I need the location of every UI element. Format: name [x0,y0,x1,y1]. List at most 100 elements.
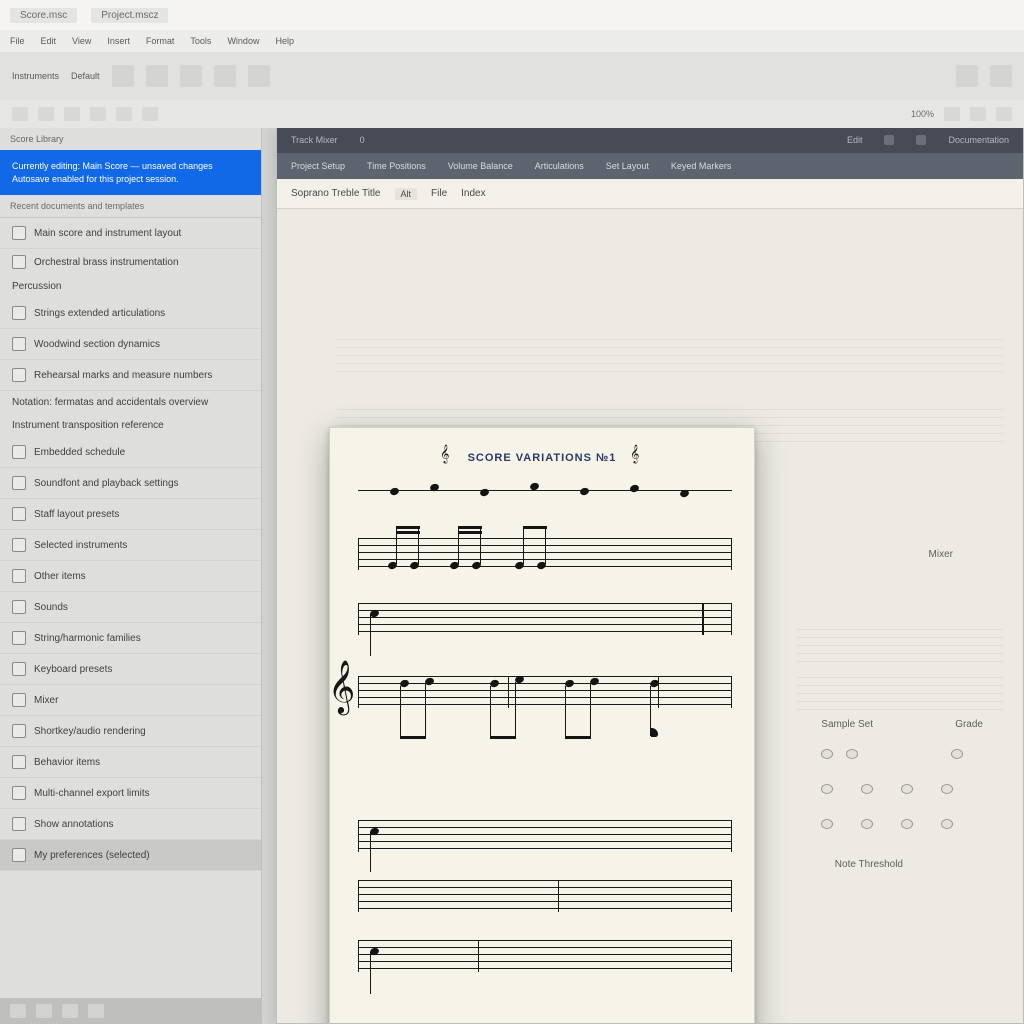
rest-icon[interactable] [116,107,132,121]
nav-set-layout[interactable]: Set Layout [606,161,649,171]
menu-help[interactable]: Help [275,36,294,46]
nav-time-positions[interactable]: Time Positions [367,161,426,171]
staff-line [358,603,732,635]
panel-threshold-label: Note Threshold [835,859,903,870]
subtab-chip[interactable]: Alt [395,188,418,200]
sample-dot[interactable] [901,784,913,794]
sidebar-item-main-score[interactable]: Main score and instrument layout [0,218,261,249]
stop-icon[interactable] [970,107,986,121]
sidebar-item-label: Embedded schedule [34,447,125,458]
sidebar-item-selected-instruments[interactable]: Selected instruments [0,530,261,561]
sidebar-item-label: Sounds [34,602,68,613]
sidebar-item-sounds[interactable]: Sounds [0,592,261,623]
sidebar-item-mixer[interactable]: Mixer [0,685,261,716]
subtab-primary[interactable]: Soprano Treble Title [291,188,381,199]
sidebar-item-export[interactable]: Multi-channel export limits [0,778,261,809]
tie-icon[interactable] [142,107,158,121]
sample-dot[interactable] [941,784,953,794]
settings-icon[interactable] [956,65,978,87]
sidebar-item-annotations[interactable]: Show annotations [0,809,261,840]
redo-icon[interactable] [248,65,270,87]
nav-keyed-markers[interactable]: Keyed Markers [671,161,732,171]
sidebar-item-shortkey[interactable]: Shortkey/audio rendering [0,716,261,747]
open-file-icon[interactable] [146,65,168,87]
nav-articulations[interactable]: Articulations [535,161,584,171]
menu-window[interactable]: Window [227,36,259,46]
sidebar-item-schedule[interactable]: Embedded schedule [0,437,261,468]
toolbar-group-label: Instruments [12,71,59,81]
note-quarter-icon[interactable] [64,107,80,121]
sidebar-item-brass[interactable]: Orchestral brass instrumentation [0,249,261,275]
nav-volume-balance[interactable]: Volume Balance [448,161,513,171]
minimize-icon[interactable] [884,135,894,145]
refresh-icon[interactable] [62,1004,78,1018]
add-icon[interactable] [10,1004,26,1018]
close-icon[interactable] [916,135,926,145]
sidebar-item-notation[interactable]: Notation: fermatas and accidentals overv… [0,391,261,414]
sidebar-item-other[interactable]: Other items [0,561,261,592]
sidebar-item-keyboard[interactable]: Keyboard presets [0,654,261,685]
score-title: SCORE VARIATIONS №1 [330,452,754,464]
menu-tools[interactable]: Tools [190,36,211,46]
sample-dot[interactable] [821,819,833,829]
frame-edit-button[interactable]: Edit [847,135,863,145]
sidebar-item-staff-layout[interactable]: Staff layout presets [0,499,261,530]
menu-insert[interactable]: Insert [107,36,130,46]
menu-file[interactable]: File [10,36,25,46]
remove-icon[interactable] [36,1004,52,1018]
sample-dot[interactable] [941,819,953,829]
beam [396,526,420,529]
save-icon[interactable] [180,65,202,87]
banner-line-1: Currently editing: Main Score — unsaved … [12,160,249,173]
circle-icon [12,569,26,583]
frame-title: Track Mixer [291,135,338,145]
play-icon[interactable] [944,107,960,121]
sidebar-item-woodwind[interactable]: Woodwind section dynamics [0,329,261,360]
sidebar-item-strings[interactable]: Strings extended articulations [0,298,261,329]
note-eighth-icon[interactable] [90,107,106,121]
note-half-icon[interactable] [38,107,54,121]
more-icon[interactable] [88,1004,104,1018]
sidebar-list[interactable]: Main score and instrument layout Orchest… [0,218,261,998]
sidebar-item-transpose[interactable]: Instrument transposition reference [0,414,261,437]
note-whole-icon[interactable] [12,107,28,121]
beam [400,736,426,739]
menu-format[interactable]: Format [146,36,175,46]
sidebar-item-behavior[interactable]: Behavior items [0,747,261,778]
sample-dot[interactable] [901,819,913,829]
sidebar-item-preferences[interactable]: My preferences (selected) [0,840,261,871]
subtab-file[interactable]: File [431,188,447,199]
document-tab-1[interactable]: Score.msc [10,8,77,23]
menu-view[interactable]: View [72,36,91,46]
sample-dot[interactable] [821,784,833,794]
sample-dot[interactable] [861,784,873,794]
sample-dot[interactable] [951,749,963,759]
marker-icon [12,368,26,382]
score-page[interactable]: SCORE VARIATIONS №1 𝄞 𝄞 [329,427,755,1023]
note-stem [400,686,401,738]
sidebar-item-harmonics[interactable]: String/harmonic families [0,623,261,654]
undo-icon[interactable] [214,65,236,87]
frame-doc-link[interactable]: Documentation [948,135,1009,145]
sample-dot[interactable] [846,749,858,759]
nav-project-setup[interactable]: Project Setup [291,161,345,171]
beam [396,531,420,534]
circle-icon [12,600,26,614]
barline [702,603,704,635]
sidebar-item-percussion[interactable]: Percussion [0,275,261,298]
score-canvas[interactable]: Mixer Sample Set Grade Note Threshold [277,209,1023,1023]
slider-icon [12,693,26,707]
loop-icon[interactable] [996,107,1012,121]
sample-dot[interactable] [821,749,833,759]
document-tab-2[interactable]: Project.mscz [91,8,168,23]
new-file-icon[interactable] [112,65,134,87]
zoom-level[interactable]: 100% [911,109,934,119]
menubar: File Edit View Insert Format Tools Windo… [0,30,1024,52]
help-icon[interactable] [990,65,1012,87]
sample-dot[interactable] [861,819,873,829]
embedded-app-frame: Track Mixer 0 Edit Documentation Project… [276,128,1024,1024]
subtab-index[interactable]: Index [461,188,485,199]
menu-edit[interactable]: Edit [41,36,57,46]
sidebar-item-rehearsal[interactable]: Rehearsal marks and measure numbers [0,360,261,391]
sidebar-item-soundfont[interactable]: Soundfont and playback settings [0,468,261,499]
